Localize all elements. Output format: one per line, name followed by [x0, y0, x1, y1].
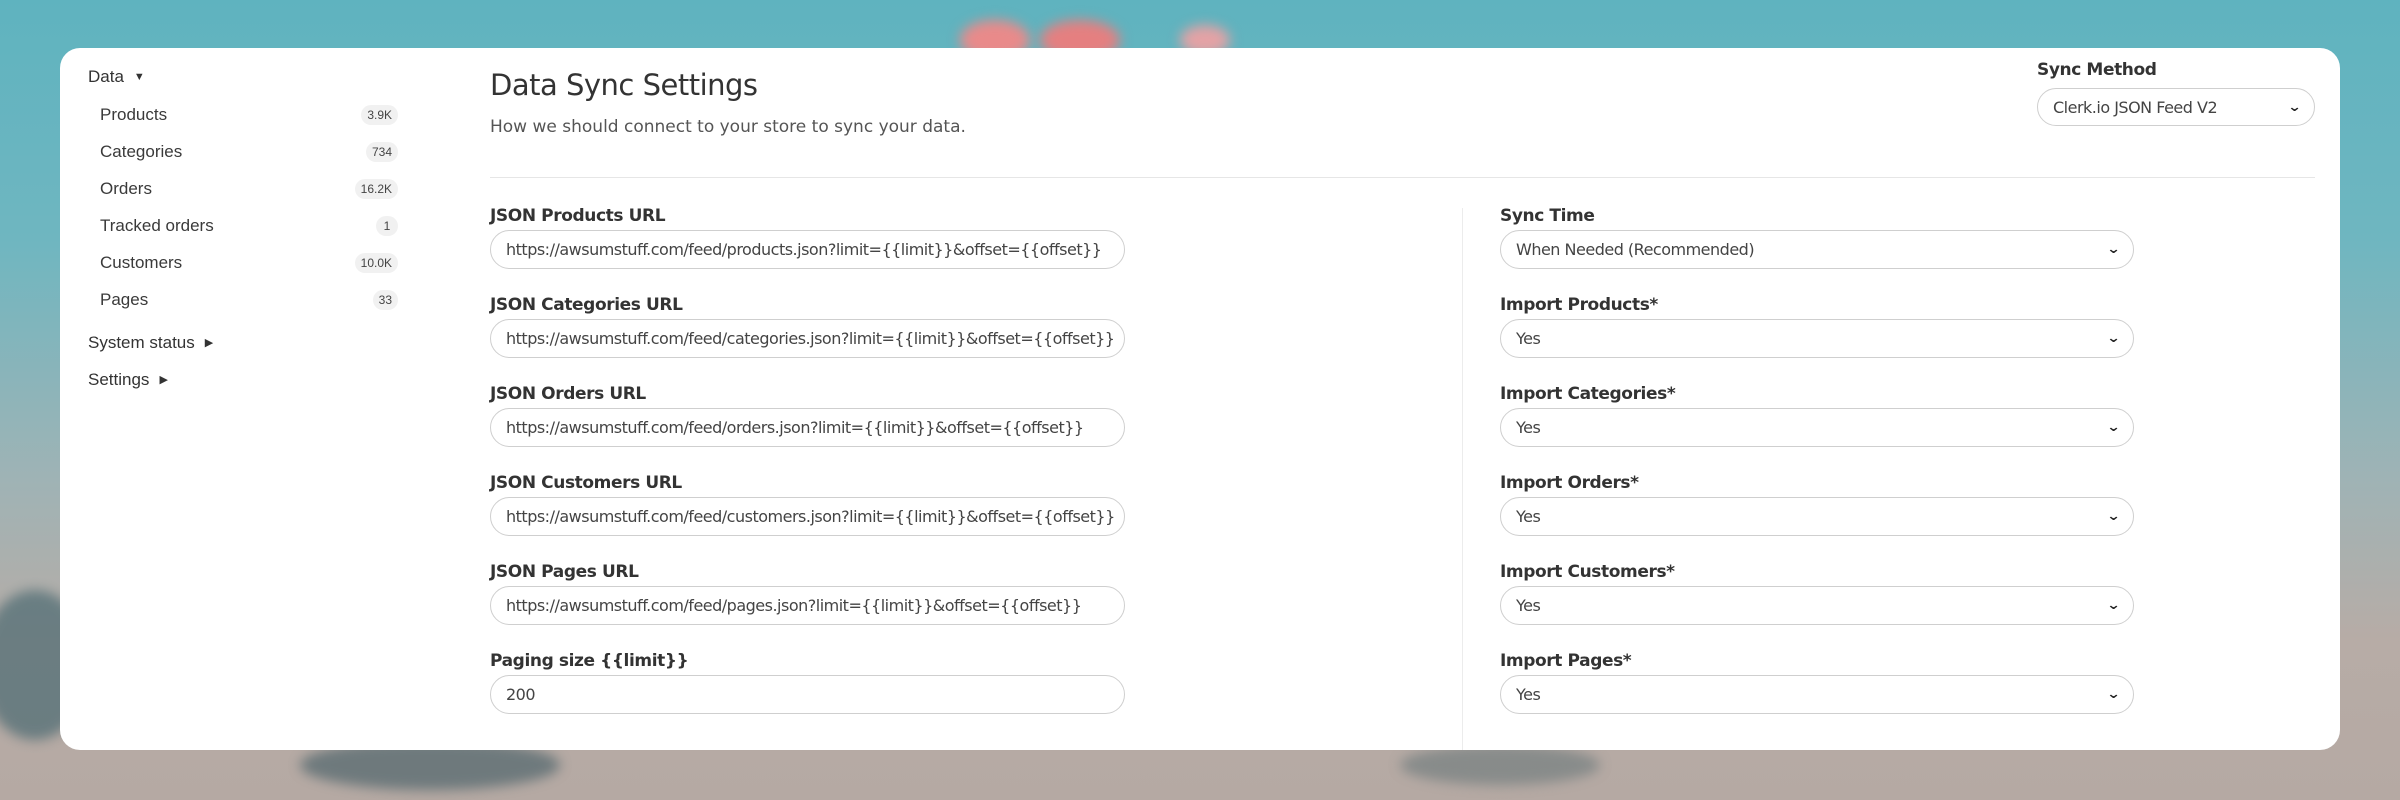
- sidebar-group-label: System status: [88, 332, 195, 352]
- pages-url-field: JSON Pages URL https://awsumstuff.com/fe…: [490, 562, 1125, 651]
- select-value: Yes: [1516, 685, 1541, 704]
- import-customers-field: Import Customers* Yes ⌄: [1500, 562, 2134, 651]
- orders-url-field: JSON Orders URL https://awsumstuff.com/f…: [490, 384, 1125, 473]
- feed-urls-column: JSON Products URL https://awsumstuff.com…: [490, 206, 1125, 740]
- select-value: Clerk.io JSON Feed V2: [2053, 97, 2218, 117]
- field-label: Import Products*: [1500, 295, 1658, 315]
- sidebar: Data ▼ Products 3.9K Categories 734 Orde…: [88, 62, 398, 398]
- sidebar-item-orders[interactable]: Orders 16.2K: [88, 170, 398, 207]
- chevron-down-icon: ⌄: [2106, 509, 2120, 524]
- sidebar-group-data[interactable]: Data ▼: [88, 62, 398, 92]
- sidebar-item-label: Pages: [100, 289, 149, 309]
- sidebar-group-system-status[interactable]: System status ▶: [88, 324, 398, 361]
- field-label: JSON Pages URL: [490, 562, 639, 582]
- categories-url-input[interactable]: https://awsumstuff.com/feed/categories.j…: [490, 319, 1125, 358]
- sidebar-item-label: Orders: [100, 178, 152, 198]
- field-label: Import Categories*: [1500, 384, 1676, 404]
- field-label: JSON Categories URL: [490, 295, 683, 315]
- select-value: Yes: [1516, 329, 1541, 348]
- import-pages-select[interactable]: Yes ⌄: [1500, 675, 2134, 714]
- page-subtitle: How we should connect to your store to s…: [490, 117, 966, 137]
- import-products-field: Import Products* Yes ⌄: [1500, 295, 2134, 384]
- customers-url-field: JSON Customers URL https://awsumstuff.co…: [490, 473, 1125, 562]
- chevron-down-icon: ⌄: [2106, 687, 2120, 702]
- import-categories-select[interactable]: Yes ⌄: [1500, 408, 2134, 447]
- orders-url-input[interactable]: https://awsumstuff.com/feed/orders.json?…: [490, 408, 1125, 447]
- field-label: JSON Orders URL: [490, 384, 646, 404]
- field-label: Sync Time: [1500, 206, 1595, 226]
- count-badge: 16.2K: [354, 178, 398, 199]
- select-value: Yes: [1516, 418, 1541, 437]
- sidebar-item-label: Customers: [100, 252, 183, 272]
- page-title: Data Sync Settings: [490, 68, 758, 102]
- paging-size-field: Paging size {{limit}} 200: [490, 651, 1125, 740]
- import-customers-select[interactable]: Yes ⌄: [1500, 586, 2134, 625]
- background-cloud: [1400, 745, 1600, 785]
- sidebar-item-products[interactable]: Products 3.9K: [88, 96, 398, 133]
- main-content: Data Sync Settings How we should connect…: [490, 48, 2315, 750]
- select-value: Yes: [1516, 596, 1541, 615]
- chevron-down-icon: ⌄: [2106, 331, 2120, 346]
- sidebar-item-categories[interactable]: Categories 734: [88, 133, 398, 170]
- settings-card: Data ▼ Products 3.9K Categories 734 Orde…: [60, 48, 2340, 750]
- import-orders-select[interactable]: Yes ⌄: [1500, 497, 2134, 536]
- products-url-field: JSON Products URL https://awsumstuff.com…: [490, 206, 1125, 295]
- divider: [490, 177, 2315, 178]
- caret-down-icon: ▼: [133, 71, 145, 83]
- field-label: Sync Method: [2037, 60, 2157, 80]
- caret-right-icon: ▶: [159, 374, 168, 386]
- sync-method-field: Sync Method Clerk.io JSON Feed V2 ⌄: [2037, 60, 2315, 126]
- paging-size-input[interactable]: 200: [490, 675, 1125, 714]
- import-options-column: Sync Time When Needed (Recommended) ⌄ Im…: [1500, 206, 2134, 740]
- import-pages-field: Import Pages* Yes ⌄: [1500, 651, 2134, 740]
- chevron-down-icon: ⌄: [2106, 598, 2120, 613]
- chevron-down-icon: ⌄: [2106, 242, 2120, 257]
- field-label: Import Pages*: [1500, 651, 1632, 671]
- chevron-down-icon: ⌄: [2287, 99, 2301, 115]
- sync-time-select[interactable]: When Needed (Recommended) ⌄: [1500, 230, 2134, 269]
- sidebar-item-tracked-orders[interactable]: Tracked orders 1: [88, 207, 398, 244]
- field-label: Import Customers*: [1500, 562, 1675, 582]
- import-products-select[interactable]: Yes ⌄: [1500, 319, 2134, 358]
- count-badge: 734: [365, 141, 398, 162]
- select-value: Yes: [1516, 507, 1541, 526]
- count-badge: 33: [372, 289, 398, 310]
- pages-url-input[interactable]: https://awsumstuff.com/feed/pages.json?l…: [490, 586, 1125, 625]
- sidebar-item-label: Products: [100, 104, 168, 124]
- field-label: Import Orders*: [1500, 473, 1639, 493]
- sync-time-field: Sync Time When Needed (Recommended) ⌄: [1500, 206, 2134, 295]
- count-badge: 1: [376, 215, 398, 236]
- sidebar-group-settings[interactable]: Settings ▶: [88, 361, 398, 398]
- sidebar-item-label: Tracked orders: [100, 215, 214, 235]
- import-categories-field: Import Categories* Yes ⌄: [1500, 384, 2134, 473]
- categories-url-field: JSON Categories URL https://awsumstuff.c…: [490, 295, 1125, 384]
- select-value: When Needed (Recommended): [1516, 240, 1755, 259]
- field-label: JSON Products URL: [490, 206, 666, 226]
- sidebar-group-label: Data: [88, 67, 124, 86]
- sidebar-group-label: Settings: [88, 369, 150, 389]
- chevron-down-icon: ⌄: [2106, 420, 2120, 435]
- products-url-input[interactable]: https://awsumstuff.com/feed/products.jso…: [490, 230, 1125, 269]
- count-badge: 3.9K: [361, 104, 398, 125]
- column-divider: [1462, 208, 1463, 750]
- sidebar-item-label: Categories: [100, 141, 183, 161]
- sidebar-item-customers[interactable]: Customers 10.0K: [88, 244, 398, 281]
- field-label: JSON Customers URL: [490, 473, 682, 493]
- field-label: Paging size {{limit}}: [490, 651, 689, 671]
- caret-right-icon: ▶: [204, 337, 214, 349]
- import-orders-field: Import Orders* Yes ⌄: [1500, 473, 2134, 562]
- customers-url-input[interactable]: https://awsumstuff.com/feed/customers.js…: [490, 497, 1125, 536]
- count-badge: 10.0K: [354, 252, 398, 273]
- sync-method-select[interactable]: Clerk.io JSON Feed V2 ⌄: [2037, 88, 2315, 126]
- sidebar-item-pages[interactable]: Pages 33: [88, 281, 398, 318]
